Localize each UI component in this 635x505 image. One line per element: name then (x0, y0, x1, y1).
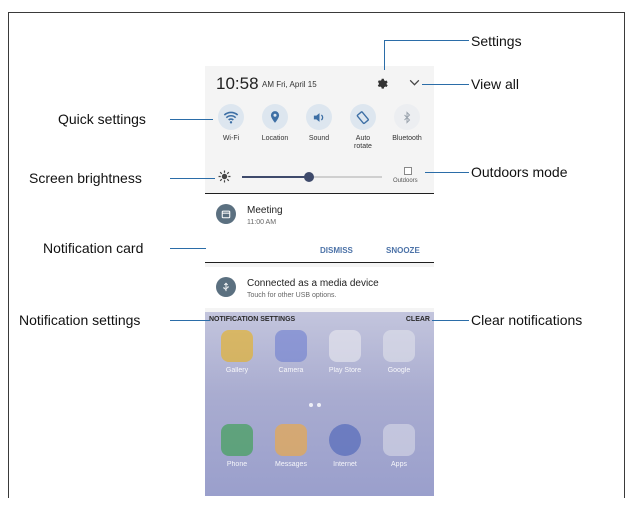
quick-setting-label: Bluetooth (392, 135, 422, 142)
brightness-fill (242, 176, 310, 178)
quick-setting-label: Location (261, 135, 289, 142)
app-label: Gallery (225, 367, 249, 374)
app-label: Phone (226, 461, 248, 468)
quick-setting-label: Wi-Fi (222, 135, 240, 142)
notification-card-leader (170, 248, 206, 249)
notification-card[interactable]: Meeting 11:00 AM DISMISS SNOOZE (205, 193, 434, 263)
brightness-icon (218, 170, 231, 183)
quick-setting-sound[interactable]: Sound (297, 104, 341, 143)
snooze-button[interactable]: SNOOZE (386, 246, 420, 255)
chevron-down-icon[interactable] (408, 76, 421, 89)
callout-view-all: View all (471, 76, 519, 92)
app-internet[interactable]: Internet (323, 424, 367, 468)
gear-icon[interactable] (375, 76, 388, 89)
clear-leader (432, 320, 469, 321)
quick-setting-label: Auto rotate (354, 135, 372, 150)
phone-screen: 10:58 AM Fri, April 15 Wi-Fi Location So… (205, 66, 434, 496)
messages-icon (275, 424, 307, 456)
callout-outdoors-mode: Outdoors mode (471, 164, 568, 180)
google-folder-icon (383, 330, 415, 362)
notification-header: 10:58 AM Fri, April 15 (205, 66, 434, 96)
notification-bar: NOTIFICATION SETTINGS CLEAR (205, 314, 434, 326)
page-dot (309, 403, 313, 407)
app-apps[interactable]: Apps (377, 424, 421, 468)
quick-setting-wifi[interactable]: Wi-Fi (209, 104, 253, 143)
play-store-icon (329, 330, 361, 362)
quick-settings-leader (170, 119, 213, 120)
notification-settings-button[interactable]: NOTIFICATION SETTINGS (209, 316, 295, 323)
app-label: Apps (391, 461, 407, 468)
gallery-icon (221, 330, 253, 362)
notification-time: 11:00 AM (247, 219, 277, 226)
internet-icon (329, 424, 361, 456)
app-label: Messages (275, 461, 307, 468)
callout-screen-brightness: Screen brightness (29, 170, 142, 186)
usb-subtitle: Touch for other USB options. (247, 292, 337, 299)
app-messages[interactable]: Messages (269, 424, 313, 468)
settings-leader (384, 40, 385, 70)
usb-notification[interactable]: Connected as a media device Touch for ot… (205, 267, 434, 308)
callout-notification-card: Notification card (43, 240, 144, 256)
phone-icon (221, 424, 253, 456)
rotate-icon (350, 104, 376, 130)
bluetooth-icon (394, 104, 420, 130)
callout-clear-notifications: Clear notifications (471, 312, 583, 328)
outdoors-leader (425, 172, 469, 173)
app-label: Internet (333, 461, 357, 468)
callout-notification-settings: Notification settings (19, 312, 141, 328)
quick-setting-location[interactable]: Location (253, 104, 297, 143)
app-google[interactable]: Google (377, 330, 421, 374)
notification-settings-leader (170, 320, 210, 321)
app-label: Google (387, 367, 411, 374)
quick-setting-label: Sound (308, 135, 330, 142)
notification-title: Meeting (247, 205, 283, 216)
app-phone[interactable]: Phone (215, 424, 259, 468)
calendar-icon (216, 204, 236, 224)
view-all-leader (422, 84, 469, 85)
callout-quick-settings: Quick settings (58, 111, 146, 127)
quick-setting-auto-rotate[interactable]: Auto rotate (341, 104, 385, 151)
app-camera[interactable]: Camera (269, 330, 313, 374)
dismiss-button[interactable]: DISMISS (320, 246, 353, 255)
usb-title: Connected as a media device (247, 278, 379, 289)
callout-settings: Settings (471, 33, 522, 49)
settings-leader (384, 40, 469, 41)
clear-button[interactable]: CLEAR (406, 316, 430, 323)
wifi-icon (218, 104, 244, 130)
page-indicator (309, 394, 325, 412)
brightness-leader (170, 178, 215, 179)
location-icon (262, 104, 288, 130)
brightness-slider-handle[interactable] (304, 172, 315, 182)
app-label: Camera (278, 367, 304, 374)
page-dot (317, 403, 321, 407)
brightness-row: Outdoors (205, 166, 434, 188)
apps-grid-icon (383, 424, 415, 456)
outdoors-checkbox[interactable] (404, 167, 412, 175)
usb-icon (216, 277, 236, 297)
date-label: AM Fri, April 15 (262, 80, 317, 89)
app-play-store[interactable]: Play Store (323, 330, 367, 374)
camera-icon (275, 330, 307, 362)
sound-icon (306, 104, 332, 130)
clock: 10:58 (216, 74, 259, 93)
outdoors-label: Outdoors (393, 178, 418, 184)
quick-setting-bluetooth[interactable]: Bluetooth (385, 104, 429, 143)
app-label: Play Store (328, 367, 362, 374)
app-gallery[interactable]: Gallery (215, 330, 259, 374)
